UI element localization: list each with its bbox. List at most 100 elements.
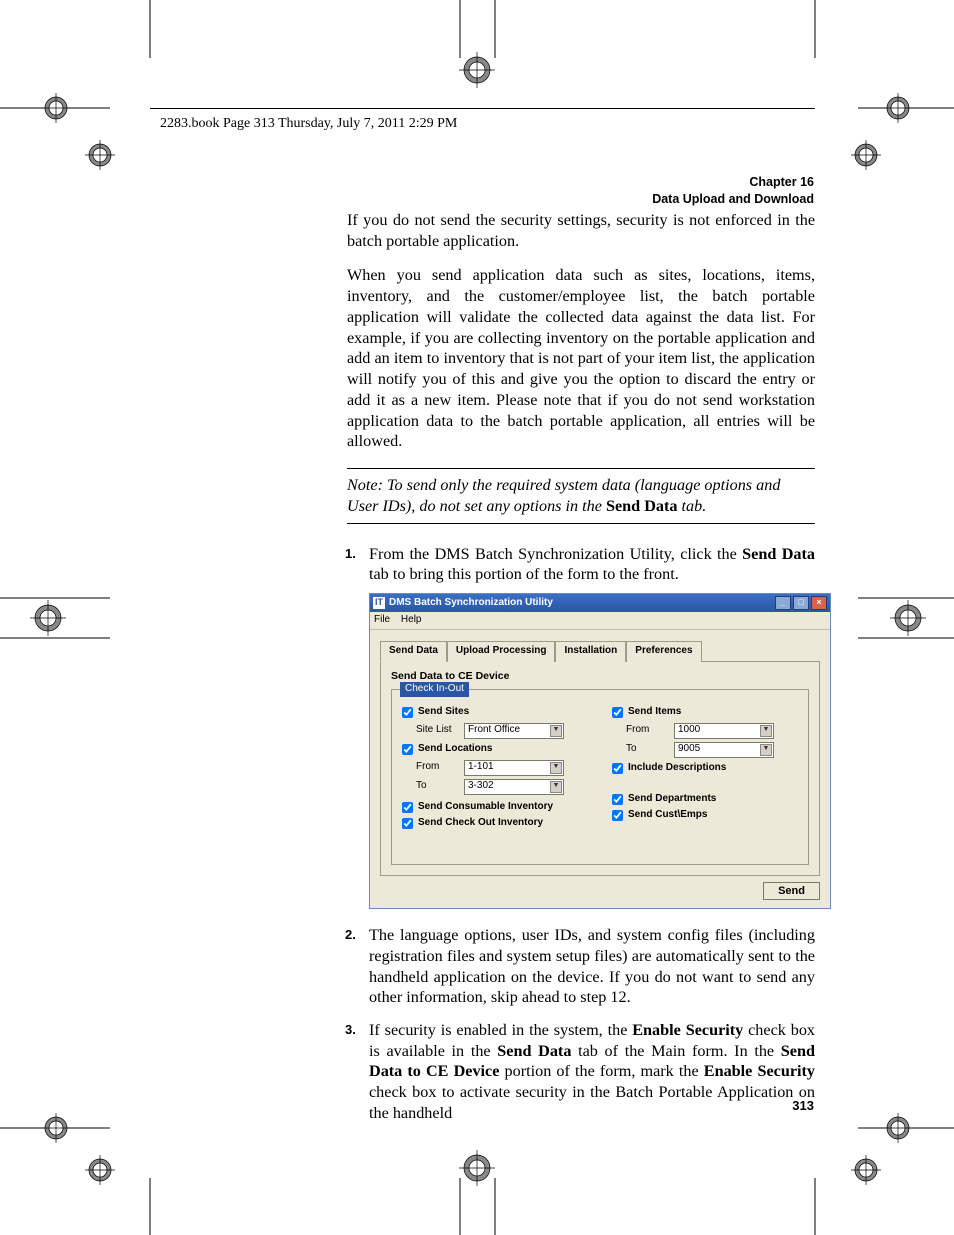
row-loc-from: From 1-101 ▼ (416, 760, 588, 776)
site-list-select[interactable]: Front Office ▼ (464, 723, 564, 739)
loc-to-label: To (416, 780, 464, 793)
send-custemps-label: Send Cust\Emps (628, 809, 707, 822)
item-to-label: To (626, 743, 674, 756)
checkbox-send-sites[interactable]: Send Sites (402, 706, 588, 719)
site-list-label: Site List (416, 724, 464, 737)
item-to-select[interactable]: 9005 ▼ (674, 742, 774, 758)
step-text: check box to activate security in the Ba… (369, 1083, 815, 1122)
step-bold: Enable Security (704, 1062, 815, 1080)
step-text: The language options, user IDs, and syst… (369, 926, 815, 1006)
loc-to-select[interactable]: 3-302 ▼ (464, 779, 564, 795)
menubar: File Help (370, 612, 830, 630)
send-departments-checkbox[interactable] (612, 794, 623, 805)
chevron-down-icon: ▼ (760, 725, 772, 737)
step-text: tab to bring this portion of the form to… (369, 565, 679, 583)
item-from-select[interactable]: 1000 ▼ (674, 723, 774, 739)
send-departments-label: Send Departments (628, 793, 716, 806)
send-sites-label: Send Sites (418, 706, 469, 719)
paragraph-1: If you do not send the security settings… (347, 210, 815, 251)
include-desc-label: Include Descriptions (628, 762, 726, 775)
left-column: Send Sites Site List Front Office ▼ Send … (402, 702, 588, 834)
item-to-value: 9005 (678, 743, 700, 756)
step-1: 1. From the DMS Batch Synchronization Ut… (347, 544, 815, 910)
button-row: Send (370, 876, 830, 908)
item-from-label: From (626, 724, 674, 737)
send-locations-checkbox[interactable] (402, 744, 413, 755)
step-3: 3. If security is enabled in the system,… (347, 1020, 815, 1124)
send-items-checkbox[interactable] (612, 707, 623, 718)
row-loc-to: To 3-302 ▼ (416, 779, 588, 795)
tabstrip: Send Data Upload Processing Installation… (380, 640, 820, 661)
chapter-header: Chapter 16 Data Upload and Download (652, 174, 814, 208)
window-title: DMS Batch Synchronization Utility (389, 597, 553, 610)
note-bold: Send Data (606, 497, 678, 515)
include-desc-checkbox[interactable] (612, 763, 623, 774)
menu-help[interactable]: Help (401, 614, 422, 625)
step-bold: Enable Security (632, 1021, 743, 1039)
row-site-list: Site List Front Office ▼ (416, 723, 588, 739)
row-item-from: From 1000 ▼ (626, 723, 798, 739)
note-block: Note: To send only the required system d… (347, 468, 815, 523)
tab-upload-processing[interactable]: Upload Processing (447, 641, 556, 662)
section-title: Send Data to CE Device (391, 670, 809, 683)
step-text: tab of the Main form. In the (571, 1042, 780, 1060)
fieldset-legend: Check In-Out (400, 682, 469, 697)
checkbox-send-custemps[interactable]: Send Cust\Emps (612, 809, 798, 822)
right-column: Send Items From 1000 ▼ To 9005 ▼ (612, 702, 798, 834)
send-consumable-label: Send Consumable Inventory (418, 801, 553, 814)
send-consumable-checkbox[interactable] (402, 802, 413, 813)
minimize-button[interactable]: _ (775, 596, 791, 610)
send-checkout-label: Send Check Out Inventory (418, 817, 543, 830)
chevron-down-icon: ▼ (550, 725, 562, 737)
send-items-label: Send Items (628, 706, 681, 719)
step-text: From the DMS Batch Synchronization Utili… (369, 545, 742, 563)
site-list-value: Front Office (468, 724, 520, 737)
loc-to-value: 3-302 (468, 780, 494, 793)
checkbox-send-consumable[interactable]: Send Consumable Inventory (402, 801, 588, 814)
page-number: 313 (792, 1098, 814, 1113)
chevron-down-icon: ▼ (550, 781, 562, 793)
tab-page: Send Data to CE Device Check In-Out Send… (380, 661, 820, 876)
body-column: If you do not send the security settings… (347, 210, 815, 1136)
chevron-down-icon: ▼ (760, 744, 772, 756)
send-sites-checkbox[interactable] (402, 707, 413, 718)
checkbox-send-items[interactable]: Send Items (612, 706, 798, 719)
send-checkout-checkbox[interactable] (402, 818, 413, 829)
step-list: 1. From the DMS Batch Synchronization Ut… (347, 544, 815, 1124)
chapter-label: Chapter 16 (652, 174, 814, 191)
step-text: portion of the form, mark the (499, 1062, 703, 1080)
step-bold: Send Data (742, 545, 815, 563)
loc-from-select[interactable]: 1-101 ▼ (464, 760, 564, 776)
chevron-down-icon: ▼ (550, 762, 562, 774)
checkbox-send-checkout[interactable]: Send Check Out Inventory (402, 817, 588, 830)
checkbox-send-departments[interactable]: Send Departments (612, 793, 798, 806)
step-bold: Send Data (497, 1042, 571, 1060)
send-custemps-checkbox[interactable] (612, 810, 623, 821)
step-number: 2. (345, 927, 356, 944)
fieldset-check-in-out: Check In-Out Send Sites Site List Front … (391, 689, 809, 865)
checkbox-send-locations[interactable]: Send Locations (402, 743, 588, 756)
note-text-suffix: tab. (678, 497, 707, 515)
tab-preferences[interactable]: Preferences (626, 641, 701, 662)
step-number: 1. (345, 546, 356, 563)
send-button[interactable]: Send (763, 882, 820, 900)
note-text-prefix: Note: To send only the required system d… (347, 476, 780, 515)
checkbox-include-desc[interactable]: Include Descriptions (612, 762, 798, 775)
menu-file[interactable]: File (374, 614, 390, 625)
titlebar: IT DMS Batch Synchronization Utility _ □… (370, 594, 830, 612)
chapter-title: Data Upload and Download (652, 191, 814, 208)
loc-from-label: From (416, 761, 464, 774)
close-button[interactable]: × (811, 596, 827, 610)
paragraph-2: When you send application data such as s… (347, 265, 815, 452)
item-from-value: 1000 (678, 724, 700, 737)
row-item-to: To 9005 ▼ (626, 742, 798, 758)
header-rule (150, 108, 815, 109)
app-icon: IT (373, 597, 385, 609)
step-number: 3. (345, 1022, 356, 1039)
tab-send-data[interactable]: Send Data (380, 641, 447, 662)
app-window: IT DMS Batch Synchronization Utility _ □… (369, 593, 831, 909)
step-2: 2. The language options, user IDs, and s… (347, 925, 815, 1008)
maximize-button[interactable]: □ (793, 596, 809, 610)
loc-from-value: 1-101 (468, 761, 494, 774)
tab-installation[interactable]: Installation (555, 641, 626, 662)
